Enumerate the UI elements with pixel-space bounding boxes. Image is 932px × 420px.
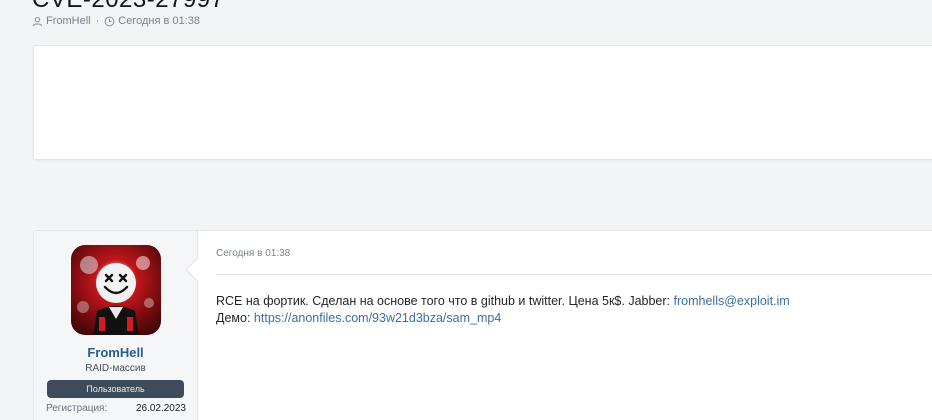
- post-body: RCE на фортик. Сделан на основе того что…: [216, 293, 790, 327]
- thread-author-link[interactable]: FromHell: [46, 15, 91, 27]
- jabber-link[interactable]: fromhells@exploit.im: [674, 294, 790, 308]
- user-title: RAID-массив: [85, 363, 146, 374]
- post-divider: [216, 274, 932, 275]
- user-registration: Регистрация: 26.02.2023: [46, 403, 186, 414]
- post-user-panel: FromHell RAID-массив Пользователь Регист…: [34, 231, 198, 420]
- post-text: RCE на фортик. Сделан на основе того что…: [216, 294, 671, 308]
- post-main: Сегодня в 01:38 RCE на фортик. Сделан на…: [198, 231, 932, 420]
- post-line-1: RCE на фортик. Сделан на основе того что…: [216, 293, 790, 310]
- thread-meta: FromHell · Сегодня в 01:38: [32, 15, 200, 27]
- forum-page: CVE-2023-27997 FromHell · Сегодня в 01:3…: [0, 0, 932, 420]
- thread-date-link[interactable]: Сегодня в 01:38: [118, 15, 200, 27]
- avatar[interactable]: [71, 245, 161, 335]
- thread-title: CVE-2023-27997: [32, 0, 224, 14]
- demo-link[interactable]: https://anonfiles.com/93w21d3bza/sam_mp4: [254, 311, 501, 325]
- user-icon: [32, 16, 43, 27]
- clock-icon: [104, 16, 115, 27]
- post-username[interactable]: FromHell: [34, 345, 197, 360]
- registration-label: Регистрация:: [46, 403, 108, 414]
- demo-label: Демо:: [216, 311, 251, 325]
- post-date-link[interactable]: Сегодня в 01:38: [216, 248, 290, 259]
- post: FromHell RAID-массив Пользователь Регист…: [33, 230, 932, 420]
- empty-panel: [33, 45, 932, 160]
- registration-value: 26.02.2023: [135, 403, 186, 414]
- user-group-badge: Пользователь: [47, 380, 184, 398]
- meta-separator: ·: [95, 15, 100, 27]
- post-line-2: Демо: https://anonfiles.com/93w21d3bza/s…: [216, 310, 790, 327]
